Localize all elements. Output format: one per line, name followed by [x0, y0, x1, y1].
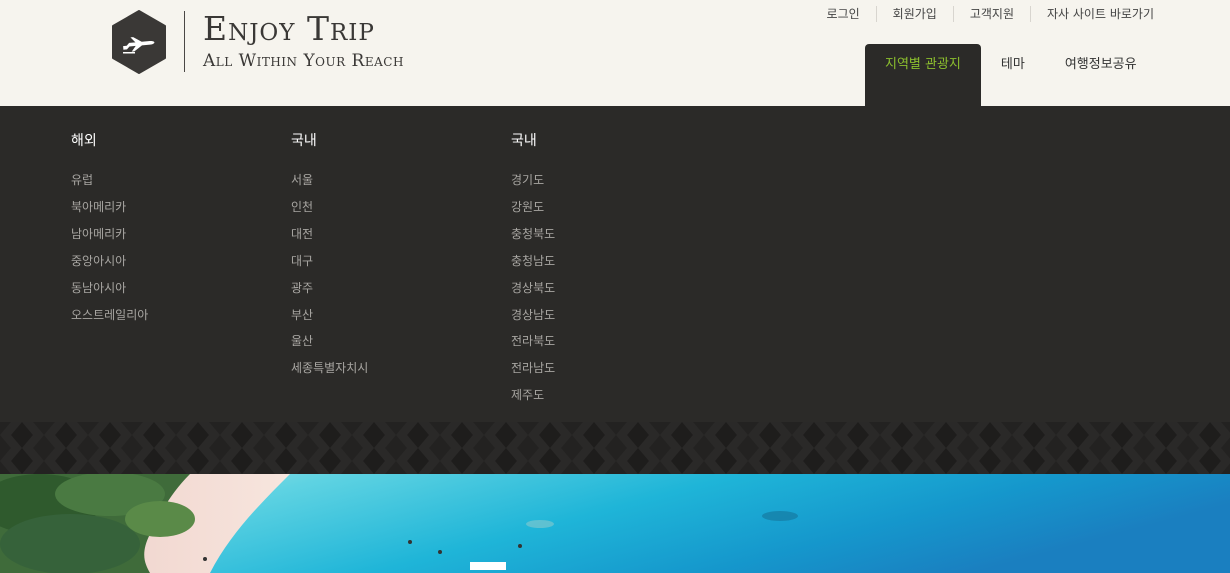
- hero-beach-image: [0, 474, 1230, 573]
- mega-menu-dropdown: 해외 유럽 북아메리카 남아메리카 중앙아시아 동남아시아 오스트레일리아 국내…: [0, 106, 1230, 422]
- menu-item-jeonbuk[interactable]: 전라북도: [511, 328, 555, 355]
- support-link[interactable]: 고객지원: [952, 6, 1030, 22]
- menu-item-busan[interactable]: 부산: [291, 302, 368, 329]
- company-site-link[interactable]: 자사 사이트 바로가기: [1030, 6, 1154, 22]
- menu-item-gangwon[interactable]: 강원도: [511, 194, 555, 221]
- main-nav: 지역별 관광지 테마 여행정보공유: [865, 44, 1157, 106]
- menu-item-daegu[interactable]: 대구: [291, 248, 368, 275]
- menu-item-sejong[interactable]: 세종특별자치시: [291, 355, 368, 382]
- logo-divider: [184, 11, 185, 72]
- menu-item-incheon[interactable]: 인천: [291, 194, 368, 221]
- site-header: Enjoy Trip All Within Your Reach 로그인 회원가…: [0, 0, 1230, 106]
- menu-column-domestic-provinces: 국내 경기도 강원도 충청북도 충청남도 경상북도 경상남도 전라북도 전라남도…: [511, 130, 555, 409]
- nav-regional-attractions[interactable]: 지역별 관광지: [865, 44, 981, 106]
- decorative-pattern-band: [0, 422, 1230, 474]
- nav-travel-info-share[interactable]: 여행정보공유: [1045, 44, 1157, 106]
- menu-item-gwangju[interactable]: 광주: [291, 275, 368, 302]
- menu-item-chungbuk[interactable]: 충청북도: [511, 221, 555, 248]
- brand-subtitle: All Within Your Reach: [203, 51, 404, 71]
- menu-item-central-asia[interactable]: 중앙아시아: [71, 248, 148, 275]
- menu-column-heading: 국내: [511, 133, 537, 149]
- brand-text[interactable]: Enjoy Trip All Within Your Reach: [203, 9, 404, 72]
- menu-item-gyeongnam[interactable]: 경상남도: [511, 302, 555, 329]
- menu-item-ulsan[interactable]: 울산: [291, 328, 368, 355]
- menu-item-gyeongbuk[interactable]: 경상북도: [511, 275, 555, 302]
- menu-item-gyeonggi[interactable]: 경기도: [511, 167, 555, 194]
- menu-column-heading: 국내: [291, 133, 317, 149]
- menu-item-chungnam[interactable]: 충청남도: [511, 248, 555, 275]
- site-logo[interactable]: [111, 10, 167, 74]
- menu-item-south-america[interactable]: 남아메리카: [71, 221, 148, 248]
- utility-nav: 로그인 회원가입 고객지원 자사 사이트 바로가기: [811, 6, 1154, 22]
- menu-item-daejeon[interactable]: 대전: [291, 221, 368, 248]
- menu-item-europe[interactable]: 유럽: [71, 167, 148, 194]
- menu-item-jeju[interactable]: 제주도: [511, 382, 555, 409]
- brand-title: Enjoy Trip: [203, 9, 375, 48]
- menu-item-southeast-asia[interactable]: 동남아시아: [71, 275, 148, 302]
- menu-item-north-america[interactable]: 북아메리카: [71, 194, 148, 221]
- menu-column-overseas: 해외 유럽 북아메리카 남아메리카 중앙아시아 동남아시아 오스트레일리아: [71, 130, 148, 328]
- nav-theme[interactable]: 테마: [981, 44, 1045, 106]
- signup-link[interactable]: 회원가입: [875, 6, 953, 22]
- menu-item-seoul[interactable]: 서울: [291, 167, 368, 194]
- logo-hexagon: [111, 10, 167, 74]
- menu-item-jeonnam[interactable]: 전라남도: [511, 355, 555, 382]
- menu-item-australia[interactable]: 오스트레일리아: [71, 302, 148, 329]
- menu-column-heading: 해외: [71, 133, 97, 149]
- login-link[interactable]: 로그인: [811, 6, 876, 22]
- menu-column-domestic-cities: 국내 서울 인천 대전 대구 광주 부산 울산 세종특별자치시: [291, 130, 368, 382]
